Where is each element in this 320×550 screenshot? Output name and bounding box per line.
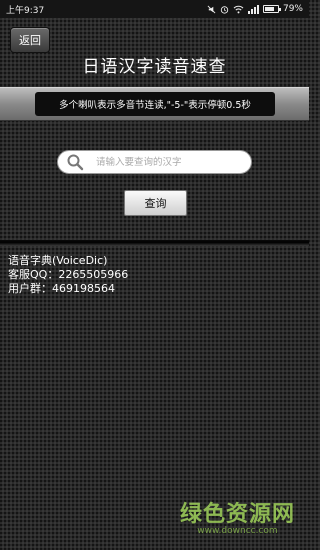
- alarm-icon: [220, 5, 229, 14]
- battery-icon: [262, 5, 281, 13]
- search-icon: [66, 153, 84, 171]
- status-bar: 上午9:37 79%: [0, 0, 309, 18]
- battery-percent: 79%: [282, 4, 303, 14]
- app-header: 返回 日语汉字读音速查: [0, 18, 309, 78]
- app-name-text: 语音字典(VoiceDic): [8, 254, 108, 267]
- status-icons: 79%: [207, 4, 303, 14]
- search-input[interactable]: [94, 155, 248, 169]
- query-button[interactable]: 查询: [124, 190, 187, 216]
- hint-banner: 多个喇叭表示多音节连读,"-5-"表示停顿0.5秒: [0, 87, 309, 121]
- watermark-title: 绿色资源网: [179, 502, 295, 527]
- signal-icon: [247, 4, 259, 14]
- info-block: 语音字典(VoiceDic) 客服QQ：2265505966 用户群：46919…: [8, 254, 128, 296]
- user-group-text: 用户群：469198564: [8, 282, 115, 295]
- back-button[interactable]: 返回: [10, 27, 50, 53]
- hint-text: 多个喇叭表示多音节连读,"-5-"表示停顿0.5秒: [35, 92, 275, 116]
- page-title: 日语汉字读音速查: [82, 57, 227, 77]
- status-time: 上午9:37: [6, 5, 45, 16]
- divider: [0, 240, 309, 246]
- silent-icon: [207, 5, 216, 13]
- support-qq-text: 客服QQ：2265505966: [8, 268, 129, 281]
- watermark-logo: 绿色资源网 www.downcc.com: [180, 496, 295, 536]
- search-box[interactable]: [57, 150, 252, 174]
- wifi-icon: [233, 5, 244, 13]
